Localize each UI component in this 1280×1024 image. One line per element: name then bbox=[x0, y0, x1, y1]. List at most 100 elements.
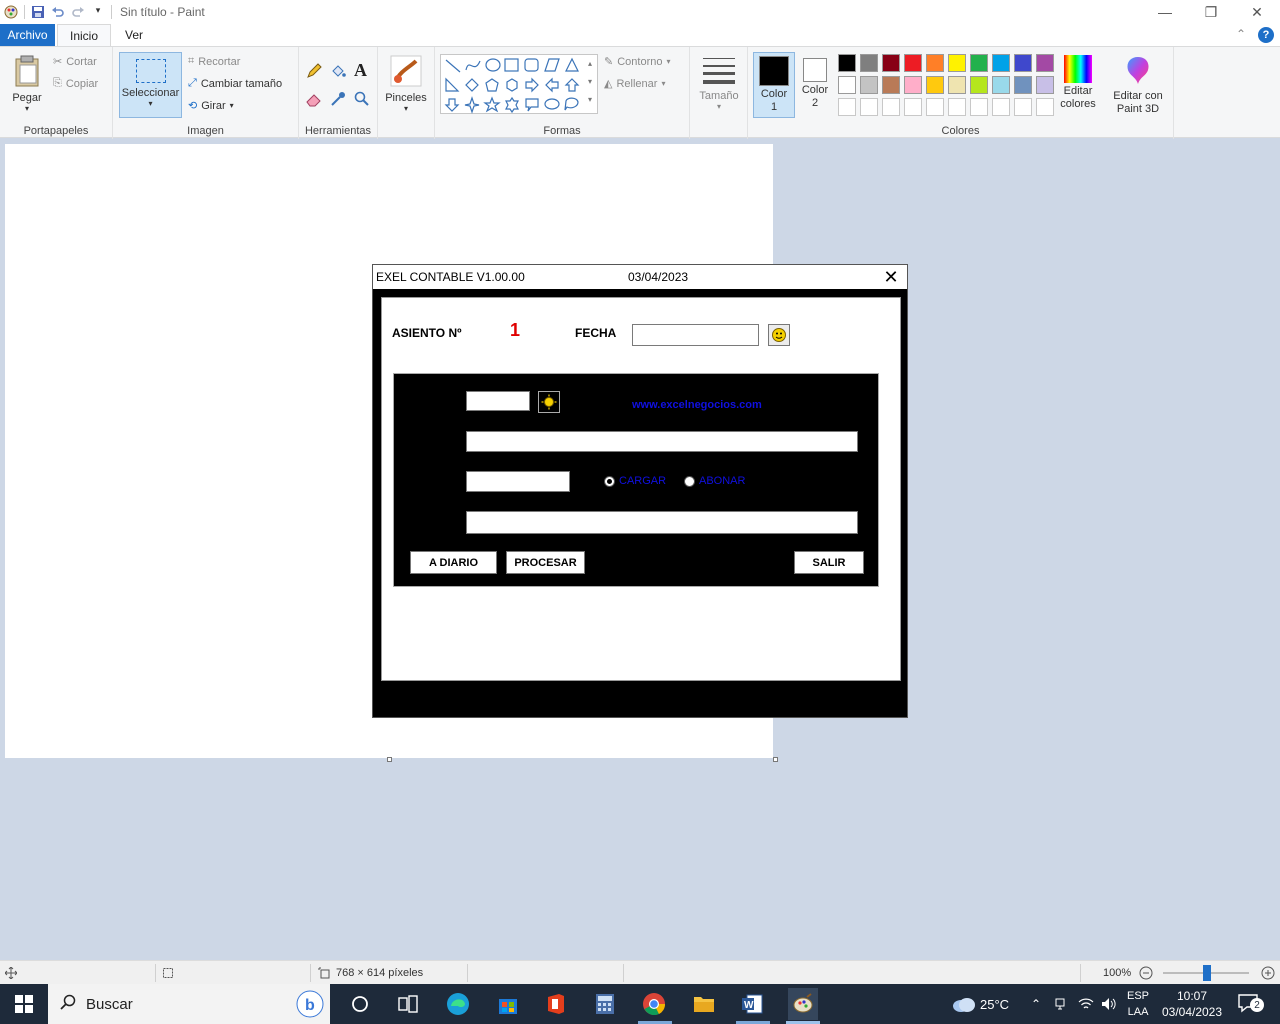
palette-swatch[interactable] bbox=[860, 98, 878, 116]
size-button[interactable]: Tamaño ▾ bbox=[697, 55, 741, 111]
abonar-radio[interactable]: ABONAR bbox=[684, 475, 745, 487]
word-icon[interactable]: W bbox=[740, 992, 764, 1016]
collapse-ribbon-icon[interactable]: ⌃ bbox=[1236, 27, 1246, 43]
brushes-button[interactable]: Pinceles ▾ bbox=[383, 55, 429, 113]
tab-archivo[interactable]: Archivo bbox=[0, 24, 55, 46]
customize-toolbar-icon[interactable]: ▾ bbox=[91, 5, 105, 19]
file-explorer-icon[interactable] bbox=[692, 992, 716, 1016]
taskbar-search-box[interactable]: Buscar b bbox=[48, 984, 330, 1024]
palette-swatch[interactable] bbox=[992, 54, 1010, 72]
text-tool-icon[interactable]: A bbox=[354, 60, 367, 81]
palette-swatch[interactable] bbox=[838, 76, 856, 94]
palette-swatch[interactable] bbox=[838, 98, 856, 116]
a-diario-button[interactable]: A DIARIO bbox=[410, 551, 497, 574]
palette-swatch[interactable] bbox=[1014, 54, 1032, 72]
cuenta-input[interactable] bbox=[466, 391, 530, 411]
fecha-input[interactable] bbox=[632, 324, 759, 346]
color1-button[interactable]: Color 1 bbox=[753, 52, 795, 118]
palette-swatch[interactable] bbox=[970, 76, 988, 94]
palette-swatch[interactable] bbox=[948, 76, 966, 94]
fill-bucket-icon[interactable] bbox=[330, 63, 346, 82]
palette-swatch[interactable] bbox=[860, 76, 878, 94]
clock[interactable]: 10:07 03/04/2023 bbox=[1160, 984, 1224, 1024]
help-icon[interactable]: ? bbox=[1258, 27, 1274, 43]
office-icon[interactable] bbox=[544, 992, 568, 1016]
bing-icon[interactable]: b bbox=[296, 990, 324, 1022]
undo-icon[interactable] bbox=[51, 5, 65, 19]
select-button[interactable]: Seleccionar ▾ bbox=[119, 52, 182, 118]
weather-widget[interactable]: 25°C bbox=[952, 984, 1009, 1024]
palette-swatch[interactable] bbox=[904, 54, 922, 72]
paste-button[interactable]: Pegar ▾ bbox=[8, 55, 46, 113]
color-picker-icon[interactable] bbox=[330, 91, 346, 110]
palette-swatch[interactable] bbox=[992, 76, 1010, 94]
resize-handle-corner[interactable] bbox=[773, 757, 778, 762]
store-icon[interactable] bbox=[496, 992, 520, 1016]
paint3d-button[interactable]: Editar con Paint 3D bbox=[1108, 55, 1168, 116]
palette-swatch[interactable] bbox=[1036, 54, 1054, 72]
calculator-icon[interactable] bbox=[593, 992, 617, 1016]
fecha-calendar-button[interactable] bbox=[768, 324, 790, 346]
palette-swatch[interactable] bbox=[838, 54, 856, 72]
cortana-icon[interactable] bbox=[348, 992, 372, 1016]
zoom-in-button[interactable] bbox=[1261, 961, 1275, 984]
tab-ver[interactable]: Ver bbox=[115, 24, 153, 46]
palette-swatch[interactable] bbox=[926, 98, 944, 116]
close-button[interactable]: ✕ bbox=[1234, 0, 1280, 24]
rotate-button[interactable]: ⟲ Girar ▾ bbox=[188, 99, 234, 113]
palette-swatch[interactable] bbox=[970, 98, 988, 116]
zoom-out-button[interactable] bbox=[1139, 961, 1153, 984]
chrome-icon[interactable] bbox=[642, 992, 666, 1016]
crop-button[interactable]: ⌗ Recortar bbox=[188, 55, 240, 68]
palette-swatch[interactable] bbox=[1014, 76, 1032, 94]
resize-handle-bottom[interactable] bbox=[387, 757, 392, 762]
palette-swatch[interactable] bbox=[926, 54, 944, 72]
palette-swatch[interactable] bbox=[992, 98, 1010, 116]
network-icon[interactable] bbox=[1078, 984, 1094, 1024]
fill-button[interactable]: ◭ Rellenar ▾ bbox=[604, 77, 665, 91]
resize-button[interactable]: ⤢ Cambiar tamaño bbox=[188, 77, 282, 90]
palette-swatch[interactable] bbox=[948, 54, 966, 72]
shapes-scroll[interactable]: ▴ ▾ ▾ bbox=[588, 55, 592, 109]
glosa-input[interactable] bbox=[466, 511, 858, 534]
importe-input[interactable] bbox=[466, 471, 570, 492]
pencil-icon[interactable] bbox=[306, 63, 322, 82]
windows-start-icon[interactable] bbox=[12, 992, 36, 1016]
cargar-radio[interactable]: CARGAR bbox=[604, 475, 666, 487]
language-indicator[interactable]: ESP LAA bbox=[1127, 984, 1149, 1024]
tray-expand-icon[interactable]: ⌃ bbox=[1031, 984, 1041, 1024]
save-icon[interactable] bbox=[31, 5, 45, 19]
paint-app-icon[interactable] bbox=[4, 5, 18, 19]
meet-icon[interactable] bbox=[1054, 984, 1068, 1024]
palette-swatch[interactable] bbox=[948, 98, 966, 116]
palette-swatch[interactable] bbox=[882, 54, 900, 72]
palette-swatch[interactable] bbox=[1036, 76, 1054, 94]
palette-swatch[interactable] bbox=[882, 76, 900, 94]
palette-swatch[interactable] bbox=[904, 98, 922, 116]
palette-swatch[interactable] bbox=[1036, 98, 1054, 116]
edge-icon[interactable] bbox=[446, 992, 470, 1016]
color2-button[interactable]: Color 2 bbox=[797, 55, 833, 110]
magnifier-icon[interactable] bbox=[354, 91, 370, 110]
dialog-close-button[interactable]: ✕ bbox=[879, 266, 903, 288]
cut-button[interactable]: ✂ Cortar bbox=[53, 55, 97, 69]
restore-button[interactable]: ❐ bbox=[1188, 0, 1234, 24]
procesar-button[interactable]: PROCESAR bbox=[506, 551, 585, 574]
palette-swatch[interactable] bbox=[904, 76, 922, 94]
eraser-icon[interactable] bbox=[306, 91, 322, 110]
outline-button[interactable]: ✎ Contorno ▾ bbox=[604, 55, 671, 69]
cuenta-search-button[interactable] bbox=[538, 391, 560, 413]
edit-colors-button[interactable]: Editar colores bbox=[1058, 55, 1098, 111]
minimize-button[interactable]: — bbox=[1142, 0, 1188, 24]
palette-swatch[interactable] bbox=[970, 54, 988, 72]
palette-swatch[interactable] bbox=[1014, 98, 1032, 116]
salir-button[interactable]: SALIR bbox=[794, 551, 864, 574]
shapes-gallery[interactable] bbox=[440, 54, 598, 114]
website-link[interactable]: www.excelnegocios.com bbox=[632, 399, 762, 411]
descripcion-input[interactable] bbox=[466, 431, 858, 452]
redo-icon[interactable] bbox=[71, 5, 85, 19]
zoom-slider-thumb[interactable] bbox=[1203, 965, 1211, 981]
volume-icon[interactable] bbox=[1101, 984, 1117, 1024]
tab-inicio[interactable]: Inicio bbox=[57, 24, 111, 46]
paint-taskbar-icon[interactable] bbox=[788, 988, 818, 1020]
